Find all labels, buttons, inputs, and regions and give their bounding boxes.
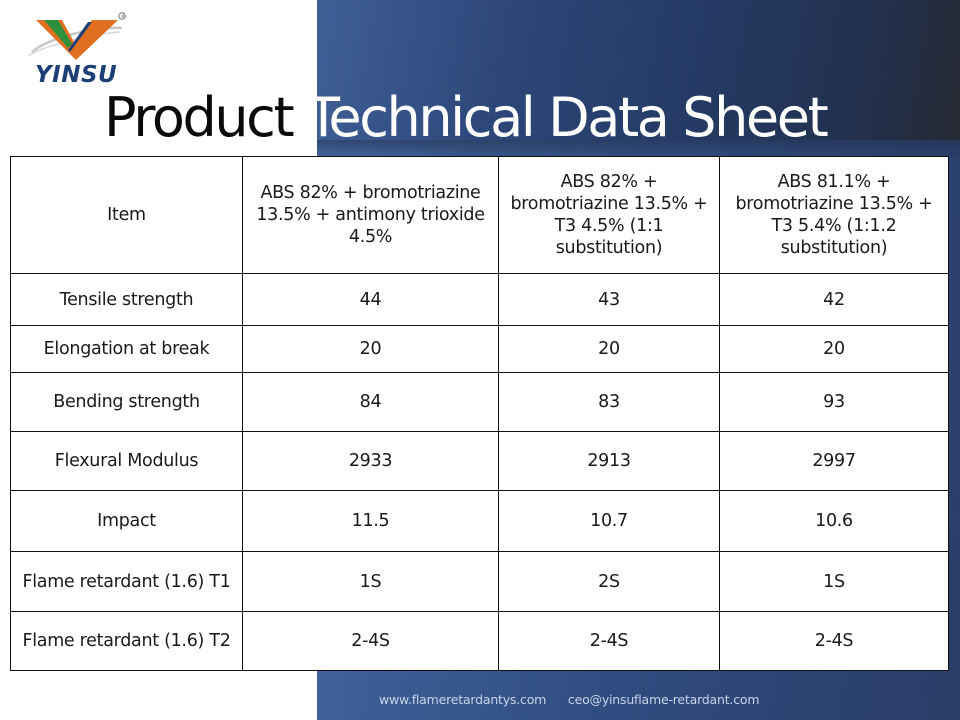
header-item: Item <box>10 156 243 274</box>
table-row: Impact 11.5 10.7 10.6 <box>10 490 949 552</box>
row-label: Bending strength <box>10 372 243 432</box>
svg-text:®: ® <box>121 13 126 20</box>
cell-value: 2S <box>498 551 720 612</box>
header-formulation-2: ABS 82% + bromotriazine 13.5% + T3 4.5% … <box>498 156 720 274</box>
row-label: Impact <box>10 490 243 552</box>
cell-value: 2-4S <box>242 611 499 671</box>
title-part-technical-data-sheet: Technical Data Sheet <box>307 86 829 149</box>
cell-value: 1S <box>242 551 499 612</box>
table-header-row: Item ABS 82% + bromotriazine 13.5% + ant… <box>10 156 949 274</box>
cell-value: 2-4S <box>498 611 720 671</box>
row-label: Elongation at break <box>10 325 243 373</box>
header-formulation-1: ABS 82% + bromotriazine 13.5% + antimony… <box>242 156 499 274</box>
cell-value: 20 <box>719 325 949 373</box>
cell-value: 2997 <box>719 431 949 491</box>
table-row: Bending strength 84 83 93 <box>10 372 949 432</box>
cell-value: 83 <box>498 372 720 432</box>
table-row: Flame retardant (1.6) T1 1S 2S 1S <box>10 551 949 612</box>
cell-value: 20 <box>498 325 720 373</box>
cell-value: 43 <box>498 273 720 326</box>
row-label: Flexural Modulus <box>10 431 243 491</box>
cell-value: 93 <box>719 372 949 432</box>
title-part-product: Product <box>104 86 295 149</box>
technical-data-table: Item ABS 82% + bromotriazine 13.5% + ant… <box>10 156 949 671</box>
table-row: Elongation at break 20 20 20 <box>10 325 949 373</box>
cell-value: 11.5 <box>242 490 499 552</box>
footer-contact: www.flameretardantys.com ceo@yinsuflame-… <box>379 692 759 707</box>
cell-value: 10.6 <box>719 490 949 552</box>
yinsu-logo: ® YINSU <box>22 8 132 90</box>
page-title: Product Technical Data Sheet <box>104 82 829 154</box>
table-row: Flame retardant (1.6) T2 2-4S 2-4S 2-4S <box>10 611 949 671</box>
footer-email-link[interactable]: ceo@yinsuflame-retardant.com <box>568 692 760 707</box>
header-formulation-3: ABS 81.1% + bromotriazine 13.5% + T3 5.4… <box>719 156 949 274</box>
cell-value: 1S <box>719 551 949 612</box>
cell-value: 2-4S <box>719 611 949 671</box>
row-label: Flame retardant (1.6) T2 <box>10 611 243 671</box>
row-label: Tensile strength <box>10 273 243 326</box>
logo-v-mark-icon: ® <box>27 12 126 60</box>
cell-value: 44 <box>242 273 499 326</box>
cell-value: 2933 <box>242 431 499 491</box>
table-row: Flexural Modulus 2933 2913 2997 <box>10 431 949 491</box>
row-label: Flame retardant (1.6) T1 <box>10 551 243 612</box>
cell-value: 42 <box>719 273 949 326</box>
cell-value: 84 <box>242 372 499 432</box>
cell-value: 2913 <box>498 431 720 491</box>
cell-value: 10.7 <box>498 490 720 552</box>
cell-value: 20 <box>242 325 499 373</box>
footer-website-link[interactable]: www.flameretardantys.com <box>379 692 546 707</box>
table-row: Tensile strength 44 43 42 <box>10 273 949 326</box>
